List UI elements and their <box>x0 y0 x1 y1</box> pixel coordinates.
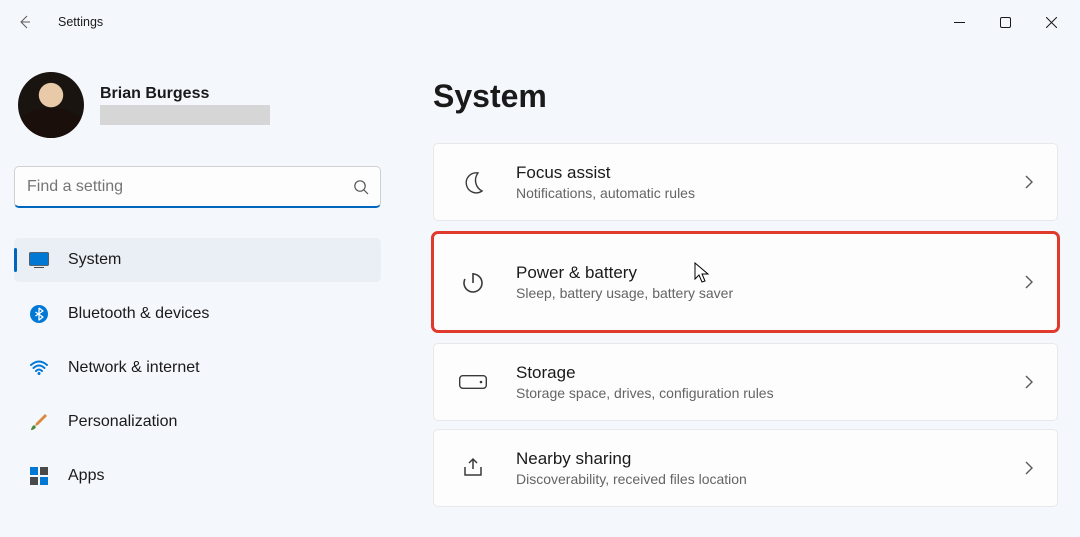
bluetooth-icon <box>28 303 50 325</box>
card-title: Focus assist <box>516 163 1023 183</box>
card-body: Focus assist Notifications, automatic ru… <box>516 163 1023 201</box>
nav-list: System Bluetooth & devices Network & int… <box>14 238 381 498</box>
card-title: Nearby sharing <box>516 449 1023 469</box>
app-title: Settings <box>58 15 103 29</box>
nav-item-personalization[interactable]: Personalization <box>14 400 381 444</box>
search-wrap <box>14 166 381 208</box>
nav-label: System <box>68 251 121 269</box>
profile-info: Brian Burgess <box>100 85 270 125</box>
card-subtitle: Storage space, drives, configuration rul… <box>516 385 1023 401</box>
card-storage[interactable]: Storage Storage space, drives, configura… <box>433 343 1058 421</box>
nav-label: Network & internet <box>68 359 200 377</box>
maximize-icon <box>1000 17 1011 28</box>
profile-email-redacted <box>100 105 270 125</box>
nav-label: Apps <box>68 467 104 485</box>
share-icon <box>456 455 490 481</box>
card-title: Storage <box>516 363 1023 383</box>
window-controls <box>936 6 1074 38</box>
card-title: Power & battery <box>516 263 1023 283</box>
search-icon <box>353 179 369 195</box>
nav-item-system[interactable]: System <box>14 238 381 282</box>
user-profile[interactable]: Brian Burgess <box>14 72 381 138</box>
minimize-icon <box>954 17 965 28</box>
minimize-button[interactable] <box>936 6 982 38</box>
card-power-battery[interactable]: Power & battery Sleep, battery usage, ba… <box>433 233 1058 331</box>
arrow-left-icon <box>17 14 33 30</box>
maximize-button[interactable] <box>982 6 1028 38</box>
nav-item-network[interactable]: Network & internet <box>14 346 381 390</box>
card-nearby-sharing[interactable]: Nearby sharing Discoverability, received… <box>433 429 1058 507</box>
chevron-right-icon <box>1023 374 1035 390</box>
chevron-right-icon <box>1023 174 1035 190</box>
card-subtitle: Discoverability, received files location <box>516 471 1023 487</box>
card-body: Nearby sharing Discoverability, received… <box>516 449 1023 487</box>
card-subtitle: Notifications, automatic rules <box>516 185 1023 201</box>
storage-icon <box>456 375 490 389</box>
chevron-right-icon <box>1023 460 1035 476</box>
nav-item-bluetooth[interactable]: Bluetooth & devices <box>14 292 381 336</box>
nav-item-apps[interactable]: Apps <box>14 454 381 498</box>
chevron-right-icon <box>1023 274 1035 290</box>
brush-icon <box>28 411 50 433</box>
sidebar: Brian Burgess System Bluetooth & devi <box>0 44 395 537</box>
avatar <box>18 72 84 138</box>
settings-cards: Focus assist Notifications, automatic ru… <box>433 143 1058 507</box>
close-icon <box>1046 17 1057 28</box>
power-icon <box>456 269 490 295</box>
apps-icon <box>28 465 50 487</box>
profile-name: Brian Burgess <box>100 85 270 103</box>
card-body: Power & battery Sleep, battery usage, ba… <box>516 263 1023 301</box>
close-button[interactable] <box>1028 6 1074 38</box>
moon-icon <box>456 169 490 195</box>
titlebar: Settings <box>0 0 1080 44</box>
nav-label: Personalization <box>68 413 177 431</box>
system-icon <box>28 249 50 271</box>
page-title: System <box>433 78 1058 115</box>
card-focus-assist[interactable]: Focus assist Notifications, automatic ru… <box>433 143 1058 221</box>
back-button[interactable] <box>6 3 44 41</box>
nav-label: Bluetooth & devices <box>68 305 209 323</box>
search-input[interactable] <box>14 166 381 208</box>
card-subtitle: Sleep, battery usage, battery saver <box>516 285 1023 301</box>
card-body: Storage Storage space, drives, configura… <box>516 363 1023 401</box>
main-content: System Focus assist Notifications, autom… <box>395 44 1080 537</box>
wifi-icon <box>28 357 50 379</box>
